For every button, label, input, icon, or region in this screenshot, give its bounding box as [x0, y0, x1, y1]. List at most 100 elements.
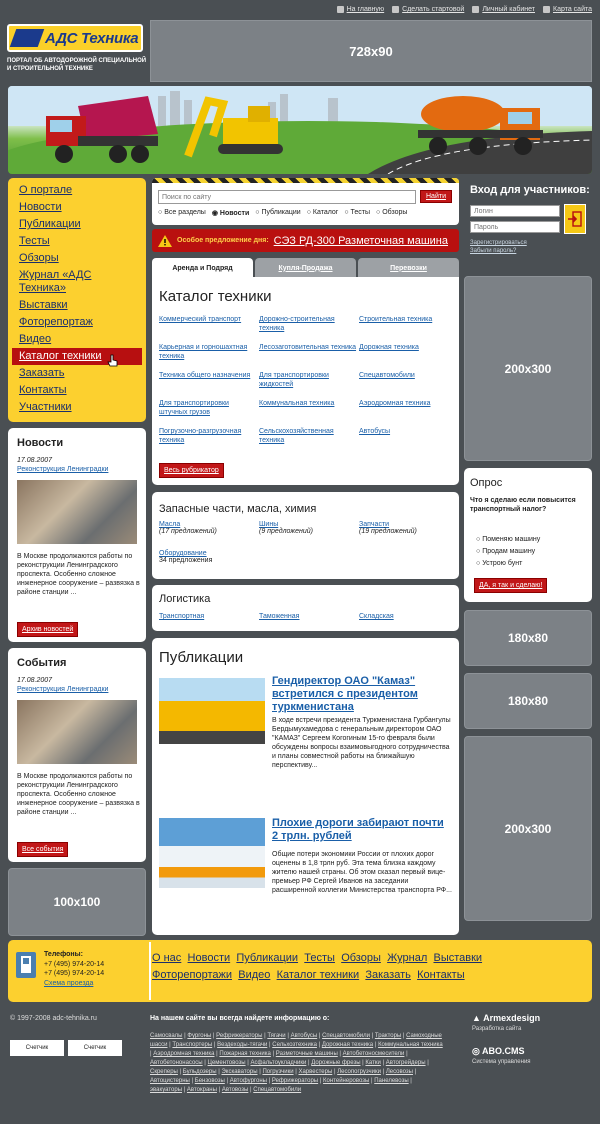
toplink-home[interactable]: На главную: [336, 6, 384, 13]
logistics-transport-link[interactable]: Транспортная: [159, 613, 204, 620]
footer-link-journal[interactable]: Журнал: [387, 952, 427, 964]
events-all-button[interactable]: Все события: [17, 842, 69, 857]
info-tag-link[interactable]: Автобусы: [291, 1033, 318, 1039]
publication-photo-truck[interactable]: [159, 678, 265, 744]
info-tag-link[interactable]: Бульдозеры: [183, 1069, 217, 1075]
info-tag-link[interactable]: Автокраны: [187, 1087, 217, 1093]
search-option-all[interactable]: ○ Все разделы: [158, 209, 206, 217]
menu-item-journal[interactable]: Журнал «АДС Техника»: [12, 267, 108, 297]
catalog-item[interactable]: Лесозаготовительная техника: [259, 343, 359, 361]
news-archive-button[interactable]: Архив новостей: [17, 622, 79, 637]
poll-vote-button[interactable]: ДА, я так и сделаю!: [474, 578, 548, 593]
parts-equipment-link[interactable]: Оборудование: [159, 550, 207, 557]
info-tag-link[interactable]: Панелевозы: [374, 1078, 408, 1084]
footer-link-contacts[interactable]: Контакты: [417, 969, 465, 981]
search-button[interactable]: Найти: [420, 190, 452, 203]
right-ad-180x80-second[interactable]: 180x80: [464, 673, 592, 729]
news-link[interactable]: Реконструкция Ленинградки: [17, 466, 108, 473]
search-option-tests[interactable]: ○ Тесты: [344, 209, 370, 217]
right-ad-200x300[interactable]: 200x300: [464, 276, 592, 461]
footer-link-catalog[interactable]: Каталог техники: [277, 969, 360, 981]
menu-item-members[interactable]: Участники: [12, 399, 142, 416]
logistics-warehouse-link[interactable]: Складская: [359, 613, 394, 620]
info-tag-link[interactable]: Лесовозы: [386, 1069, 413, 1075]
catalog-item[interactable]: Техника общего назначения: [159, 371, 259, 389]
menu-item-video[interactable]: Видео: [12, 331, 142, 348]
offer-link[interactable]: СЭЗ РД-300 Разметочная машина: [274, 235, 448, 247]
tab-rent[interactable]: Аренда и Подряд: [152, 258, 253, 278]
info-tag-link[interactable]: Тягачи: [267, 1033, 285, 1039]
menu-item-about[interactable]: О портале: [12, 182, 142, 199]
menu-item-reviews[interactable]: Обзоры: [12, 250, 142, 267]
info-tag-link[interactable]: Лесопогрузчики: [337, 1069, 381, 1075]
info-tag-link[interactable]: Бензовозы: [195, 1078, 225, 1084]
catalog-item[interactable]: Для транспортировки штучных грузов: [159, 399, 259, 417]
top-banner-ad[interactable]: 728x90: [150, 20, 592, 82]
developer-armexdesign[interactable]: ▲ Armexdesign: [472, 1013, 540, 1023]
info-tag-link[interactable]: Коммунальная техника: [378, 1042, 443, 1048]
forgot-password-link[interactable]: Забыли пароль?: [470, 248, 516, 254]
info-tag-link[interactable]: Аэродромная техника: [153, 1051, 214, 1057]
info-tag-link[interactable]: Тракторы: [375, 1033, 401, 1039]
info-tag-link[interactable]: Экскаваторы: [221, 1069, 257, 1075]
catalog-item[interactable]: Автобусы: [359, 427, 449, 445]
info-tag-link[interactable]: Вездеходы-тягачи: [217, 1042, 267, 1048]
directions-map-link[interactable]: Схема проезда: [44, 980, 93, 987]
info-tag-link[interactable]: Сельхозтехника: [272, 1042, 317, 1048]
right-ad-180x80[interactable]: 180x80: [464, 610, 592, 666]
catalog-item[interactable]: Коммунальная техника: [259, 399, 359, 417]
info-tag-link[interactable]: Автобетоносмесители: [343, 1051, 405, 1057]
menu-item-catalog[interactable]: Каталог техники: [12, 348, 142, 365]
menu-item-contacts[interactable]: Контакты: [12, 382, 142, 399]
search-input[interactable]: [158, 190, 416, 204]
footer-link-news[interactable]: Новости: [188, 952, 231, 964]
catalog-item[interactable]: Коммерческий транспорт: [159, 315, 259, 333]
menu-item-order[interactable]: Заказать: [12, 365, 142, 382]
poll-option[interactable]: ○ Поменяю машину: [476, 534, 540, 546]
offer-of-the-day[interactable]: Особое предложение дня: СЭЗ РД-300 Разме…: [152, 229, 459, 252]
developer-abocms[interactable]: ◎ ABO.CMS: [472, 1046, 525, 1057]
toplink-cabinet[interactable]: Личный кабинет: [472, 6, 535, 13]
footer-link-order[interactable]: Заказать: [365, 969, 411, 981]
poll-option[interactable]: ○ Устрою бунт: [476, 558, 540, 570]
info-tag-link[interactable]: Скреперы: [150, 1069, 178, 1075]
catalog-item[interactable]: Сельскохозяйственная техника: [259, 427, 359, 445]
full-catalog-button[interactable]: Весь рубрикатор: [159, 463, 224, 478]
toplink-sitemap[interactable]: Карта сайта: [543, 6, 592, 13]
right-ad-200x300-second[interactable]: 200x300: [464, 736, 592, 921]
login-submit-button[interactable]: [564, 204, 586, 234]
footer-link-about[interactable]: О нас: [152, 952, 181, 964]
tab-transport[interactable]: Перевозки: [358, 258, 459, 278]
footer-link-tests[interactable]: Тесты: [304, 952, 335, 964]
info-tag-link[interactable]: Спецавтомобили: [253, 1087, 301, 1093]
info-tag-link[interactable]: Спецавтомобили: [322, 1033, 370, 1039]
footer-link-video[interactable]: Видео: [238, 969, 270, 981]
search-option-catalog[interactable]: ○ Каталог: [307, 209, 339, 217]
catalog-item[interactable]: Погрузочно-разгрузочная техника: [159, 427, 259, 445]
info-tag-link[interactable]: Погрузчики: [262, 1069, 293, 1075]
info-tag-link[interactable]: Дорожная техника: [322, 1042, 373, 1048]
events-photo[interactable]: [17, 700, 137, 764]
catalog-item[interactable]: Спецавтомобили: [359, 371, 449, 389]
info-tag-link[interactable]: Цементовозы: [208, 1060, 246, 1066]
site-logo[interactable]: АДС Техника: [7, 24, 143, 52]
news-photo[interactable]: [17, 480, 137, 544]
info-tag-link[interactable]: Контейнеровозы: [323, 1078, 369, 1084]
catalog-item[interactable]: Строительная техника: [359, 315, 449, 333]
publication-title-link[interactable]: Плохие дороги забирают почти 2 трлн. руб…: [272, 817, 452, 843]
info-tag-link[interactable]: Автобетононасосы: [150, 1060, 203, 1066]
login-input[interactable]: [470, 205, 560, 217]
info-tag-link[interactable]: Катки: [365, 1060, 380, 1066]
tab-buy-sell[interactable]: Купля-Продажа: [255, 258, 356, 278]
catalog-item[interactable]: Дорожная техника: [359, 343, 449, 361]
info-tag-link[interactable]: Фургоны: [187, 1033, 211, 1039]
menu-item-photoreport[interactable]: Фоторепортаж: [12, 314, 142, 331]
poll-option[interactable]: ○ Продам машину: [476, 546, 540, 558]
search-option-publications[interactable]: ○ Публикации: [255, 209, 300, 217]
footer-link-photoreports[interactable]: Фоторепортажи: [152, 969, 232, 981]
footer-link-publications[interactable]: Публикации: [236, 952, 298, 964]
publication-title-link[interactable]: Гендиректор ОАО "Камаз" встретился с пре…: [272, 675, 452, 714]
info-tag-link[interactable]: Асфальтоукладчики: [250, 1060, 306, 1066]
register-link[interactable]: Зарегистрироваться: [470, 240, 527, 246]
info-tag-link[interactable]: Автовозы: [222, 1087, 249, 1093]
